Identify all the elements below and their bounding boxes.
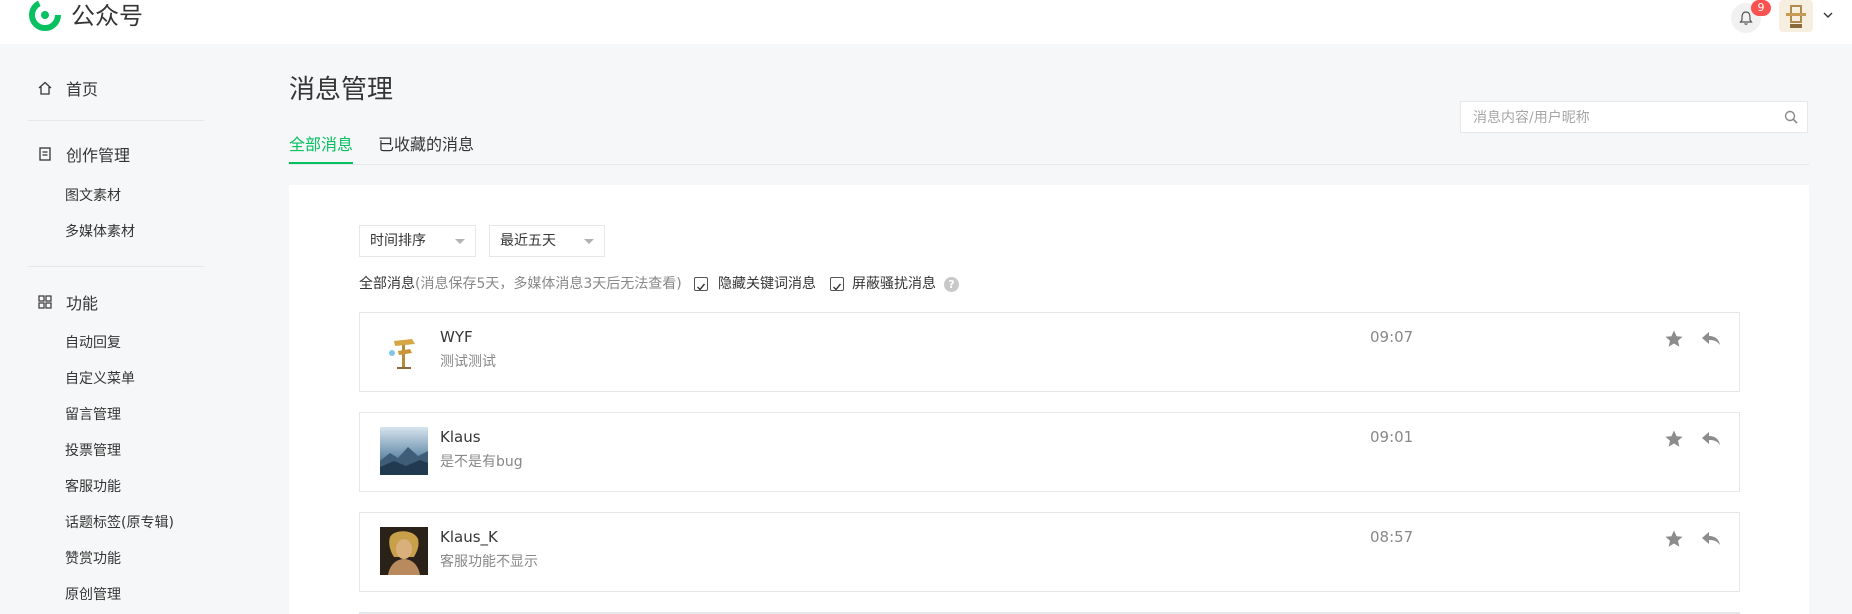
- sidebar-group-creation[interactable]: 创作管理: [36, 142, 130, 166]
- grid-icon: [36, 293, 54, 311]
- dropdown-arrow-icon: [584, 239, 594, 244]
- range-select[interactable]: 最近五天: [489, 225, 605, 257]
- range-select-value: 最近五天: [500, 233, 556, 249]
- message-time: 08:57: [1370, 528, 1414, 546]
- filter-summary: 全部消息(消息保存5天，多媒体消息3天后无法查看): [359, 274, 682, 294]
- sidebar: 首页 创作管理 图文素材 多媒体素材 功能 自动回复 自定义菜单 留言管理 投票…: [0, 44, 240, 614]
- portrait-avatar[interactable]: [380, 527, 428, 575]
- sidebar-item-votes[interactable]: 投票管理: [65, 441, 121, 461]
- sidebar-item-articles[interactable]: 图文素材: [65, 186, 121, 206]
- hide-keywords-checkbox[interactable]: [694, 277, 708, 291]
- dropdown-arrow-icon: [455, 239, 465, 244]
- block-spam-checkbox[interactable]: [830, 277, 844, 291]
- top-bar: 公众号 9: [0, 0, 1852, 44]
- message-time: 09:01: [1370, 428, 1414, 446]
- sidebar-group-label: 功能: [66, 294, 99, 313]
- message-text: 客服功能不显示: [440, 554, 538, 570]
- sidebar-item-label: 首页: [66, 80, 99, 99]
- sender-name[interactable]: WYF: [440, 327, 473, 347]
- sidebar-item-auto-reply[interactable]: 自动回复: [65, 333, 121, 353]
- help-icon[interactable]: ?: [944, 277, 959, 292]
- search-icon[interactable]: [1783, 109, 1799, 125]
- sidebar-item-topic-tags[interactable]: 话题标签(原专辑): [65, 513, 174, 533]
- filter-title: 全部消息: [359, 276, 415, 292]
- checkmark-icon: [833, 283, 842, 291]
- tab-all-messages[interactable]: 全部消息: [289, 132, 353, 158]
- sort-select[interactable]: 时间排序: [359, 225, 476, 257]
- sidebar-group-label: 创作管理: [66, 146, 131, 165]
- sort-select-value: 时间排序: [370, 233, 426, 249]
- landscape-avatar[interactable]: [380, 427, 428, 475]
- account-avatar[interactable]: [1779, 0, 1813, 32]
- brand-title[interactable]: 公众号: [71, 0, 143, 32]
- account-avatar-image: [1779, 0, 1813, 32]
- page-title: 消息管理: [289, 75, 394, 105]
- signpost-avatar[interactable]: [380, 327, 428, 375]
- filter-note: (消息保存5天，多媒体消息3天后无法查看): [415, 276, 682, 292]
- block-spam-label[interactable]: 屏蔽骚扰消息: [852, 274, 936, 294]
- sidebar-item-custom-menu[interactable]: 自定义菜单: [65, 369, 135, 389]
- reply-icon[interactable]: [1700, 529, 1722, 549]
- message-text: 测试测试: [440, 354, 496, 370]
- checkmark-icon: [697, 283, 706, 291]
- sidebar-group-features[interactable]: 功能: [36, 290, 98, 314]
- sidebar-divider: [28, 266, 204, 267]
- sender-name[interactable]: Klaus_K: [440, 527, 498, 547]
- chevron-down-icon[interactable]: [1823, 10, 1833, 20]
- message-row[interactable]: WYF 测试测试 09:07: [359, 312, 1740, 392]
- notification-count-badge: 9: [1751, 0, 1771, 16]
- sender-name[interactable]: Klaus: [440, 427, 481, 447]
- sidebar-item-original[interactable]: 原创管理: [65, 585, 121, 605]
- search-box[interactable]: [1460, 101, 1808, 134]
- star-icon[interactable]: [1664, 429, 1684, 449]
- sidebar-item-comments[interactable]: 留言管理: [65, 405, 121, 425]
- star-icon[interactable]: [1664, 329, 1684, 349]
- sidebar-item-home[interactable]: 首页: [36, 76, 98, 100]
- message-row[interactable]: Klaus 是不是有bug 09:01: [359, 412, 1740, 492]
- reply-icon[interactable]: [1700, 329, 1722, 349]
- hide-keywords-label[interactable]: 隐藏关键词消息: [718, 274, 816, 294]
- search-input[interactable]: [1471, 102, 1775, 134]
- wechat-logo-icon: [29, 0, 61, 31]
- sidebar-divider: [28, 120, 204, 121]
- message-time: 09:07: [1370, 328, 1414, 346]
- tabs-divider: [289, 164, 1809, 165]
- sidebar-item-media[interactable]: 多媒体素材: [65, 222, 135, 242]
- sidebar-item-rewards[interactable]: 赞赏功能: [65, 549, 121, 569]
- reply-icon[interactable]: [1700, 429, 1722, 449]
- document-icon: [36, 145, 54, 163]
- message-text: 是不是有bug: [440, 454, 523, 470]
- sidebar-item-customer-service[interactable]: 客服功能: [65, 477, 121, 497]
- message-row[interactable]: Klaus_K 客服功能不显示 08:57: [359, 512, 1740, 592]
- home-icon: [36, 79, 54, 97]
- tab-starred-messages[interactable]: 已收藏的消息: [378, 132, 474, 158]
- star-icon[interactable]: [1664, 529, 1684, 549]
